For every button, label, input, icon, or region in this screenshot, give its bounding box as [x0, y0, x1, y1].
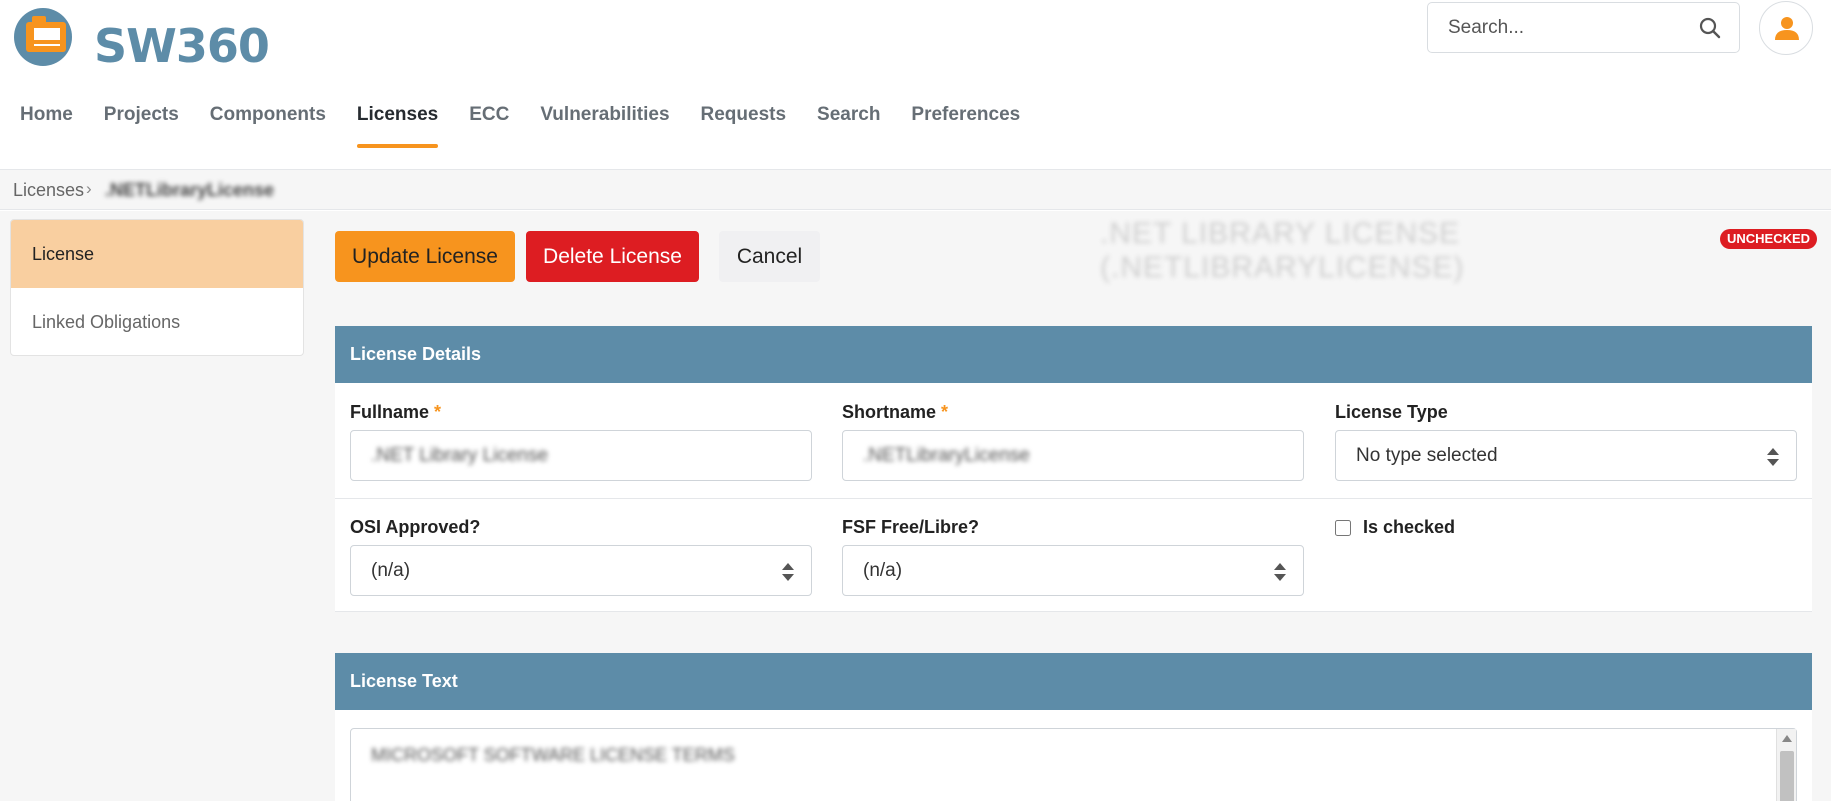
status-badge: UNCHECKED [1720, 229, 1818, 249]
license-details-heading: License Details [335, 326, 1812, 383]
main-content: License Linked Obligations Update Licens… [0, 211, 1831, 801]
user-avatar[interactable] [1759, 1, 1813, 55]
nav-projects[interactable]: Projects [104, 104, 179, 146]
search-icon[interactable] [1698, 16, 1722, 40]
fsf-free-field: FSF Free/Libre? (n/a) [842, 517, 1304, 596]
details-row-names: Fullname * .NET Library License Shortnam… [335, 383, 1812, 499]
fsf-free-label: FSF Free/Libre? [842, 517, 980, 537]
license-details-panel: License Details Fullname * .NET Library … [335, 326, 1812, 612]
is-checked-label: Is checked [1363, 517, 1456, 537]
user-icon [1775, 17, 1799, 40]
required-mark: * [434, 402, 442, 422]
nav-vulnerabilities[interactable]: Vulnerabilities [540, 104, 669, 146]
breadcrumb: Licenses › .NETLibraryLicense [0, 170, 1831, 210]
nav-requests[interactable]: Requests [701, 104, 787, 146]
is-checked-checkbox[interactable] [1335, 519, 1351, 536]
license-type-field: License Type No type selected [1335, 402, 1797, 481]
breadcrumb-separator: › [86, 179, 92, 198]
nav-ecc[interactable]: ECC [469, 104, 509, 146]
scroll-up-arrow-icon[interactable] [1782, 735, 1792, 742]
license-text-scrollbar[interactable] [1776, 729, 1796, 801]
osi-approved-label: OSI Approved? [350, 517, 481, 537]
license-text-area[interactable]: MICROSOFT SOFTWARE LICENSE TERMS [350, 728, 1797, 801]
license-type-label: License Type [1335, 402, 1448, 422]
update-license-button[interactable]: Update License [335, 231, 515, 282]
shortname-label: Shortname * [842, 402, 949, 422]
shortname-input[interactable]: .NETLibraryLicense [842, 430, 1304, 481]
details-row-approvals: OSI Approved? (n/a) FSF Free/Libre? (n/a… [335, 500, 1812, 612]
osi-approved-select[interactable]: (n/a) [350, 545, 812, 596]
top-header: SW360 Home Projects Components Licenses … [0, 0, 1831, 170]
select-arrows-icon [1274, 563, 1286, 581]
search-input[interactable] [1448, 15, 1688, 41]
select-arrows-icon [782, 563, 794, 581]
license-text-panel: License Text MICROSOFT SOFTWARE LICENSE … [335, 653, 1812, 801]
sidebar-item-license[interactable]: License [11, 220, 303, 288]
cancel-button[interactable]: Cancel [719, 231, 820, 282]
scroll-thumb[interactable] [1780, 751, 1794, 801]
license-text-heading: License Text [335, 653, 1812, 710]
global-search[interactable] [1427, 2, 1740, 53]
breadcrumb-licenses[interactable]: Licenses [13, 180, 84, 201]
fullname-label: Fullname * [350, 402, 442, 422]
sidebar-item-linked-obligations[interactable]: Linked Obligations [11, 288, 303, 355]
license-title: .NET LIBRARY LICENSE (.NETLIBRARYLICENSE… [1100, 217, 1465, 284]
nav-home[interactable]: Home [20, 104, 73, 146]
nav-licenses[interactable]: Licenses [356, 104, 439, 148]
fsf-free-select[interactable]: (n/a) [842, 545, 1304, 596]
main-nav: Home Projects Components Licenses ECC Vu… [20, 104, 1051, 148]
logo-icon [14, 8, 72, 66]
breadcrumb-current: .NETLibraryLicense [105, 180, 275, 200]
nav-preferences[interactable]: Preferences [911, 104, 1020, 146]
license-text-content: MICROSOFT SOFTWARE LICENSE TERMS [371, 745, 735, 765]
sidebar: License Linked Obligations [10, 219, 304, 356]
fullname-field: Fullname * .NET Library License [350, 402, 812, 481]
shortname-field: Shortname * .NETLibraryLicense [842, 402, 1304, 481]
required-mark: * [941, 402, 949, 422]
osi-approved-field: OSI Approved? (n/a) [350, 517, 812, 596]
select-arrows-icon [1767, 448, 1779, 466]
is-checked-toggle[interactable]: Is checked [1335, 517, 1455, 538]
fullname-input[interactable]: .NET Library License [350, 430, 812, 481]
sw360-logo[interactable]: SW360 [12, 6, 270, 73]
nav-search[interactable]: Search [817, 104, 880, 146]
logo-text: SW360 [94, 19, 270, 73]
license-type-select[interactable]: No type selected [1335, 430, 1797, 481]
delete-license-button[interactable]: Delete License [526, 231, 699, 282]
nav-components[interactable]: Components [210, 104, 326, 146]
